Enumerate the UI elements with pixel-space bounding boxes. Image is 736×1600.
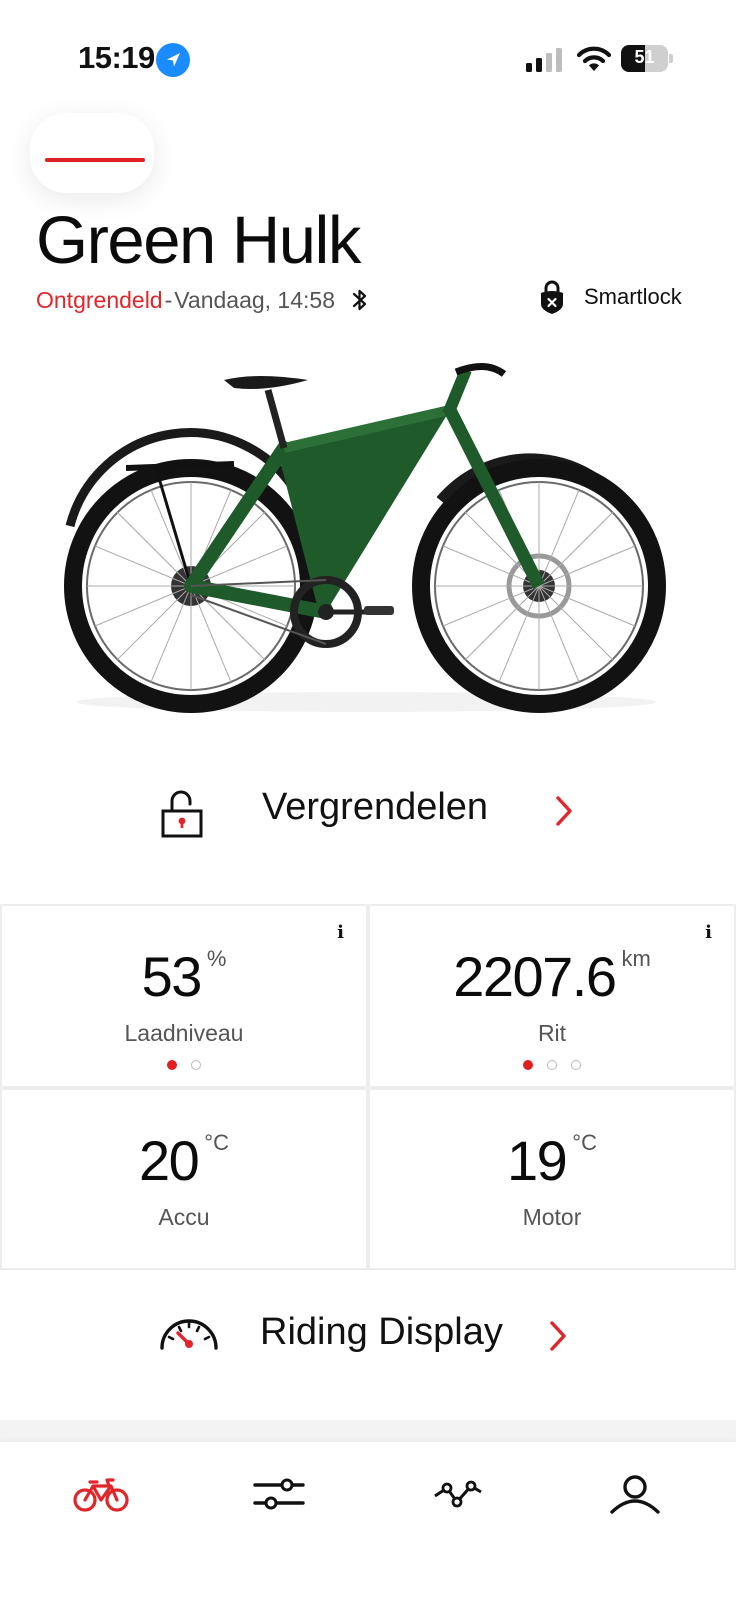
status-bar: 15:19 51	[0, 0, 736, 120]
speedometer-icon	[160, 1319, 218, 1350]
stat-tile-charge[interactable]: i 53% Laadniveau	[2, 906, 366, 1086]
page-indicator	[370, 1060, 734, 1070]
page-dot	[547, 1060, 557, 1070]
status-time: 15:19	[78, 40, 155, 75]
menu-button[interactable]	[30, 113, 154, 193]
stat-value: 20	[139, 1129, 200, 1192]
nav-tab-bike[interactable]	[56, 1466, 146, 1526]
sliders-icon	[253, 1478, 305, 1510]
info-icon[interactable]: i	[337, 922, 344, 943]
section-divider	[0, 1420, 736, 1442]
chevron-right-icon	[550, 1321, 566, 1351]
lock-action-label: Vergrendelen	[262, 786, 489, 828]
nav-tab-rides[interactable]	[412, 1466, 502, 1526]
riding-display-row[interactable]: Riding Display	[0, 1295, 736, 1375]
green-ebike-image	[64, 363, 666, 713]
page-dot	[191, 1060, 201, 1070]
page-dot	[571, 1060, 581, 1070]
stat-label: Accu	[158, 1204, 210, 1230]
battery-indicator: 51	[621, 45, 673, 72]
nav-tab-settings[interactable]	[234, 1466, 324, 1526]
route-icon	[434, 1480, 482, 1508]
lock-action-row[interactable]: Vergrendelen	[0, 770, 736, 850]
info-icon[interactable]: i	[705, 922, 712, 943]
location-arrow-icon	[156, 43, 190, 77]
smartlock-label: Smartlock	[584, 284, 682, 309]
bike-status-line: Ontgrendeld - Vandaag, 14:58	[36, 286, 369, 314]
nav-tab-profile[interactable]	[590, 1466, 680, 1526]
stat-label: Laadniveau	[124, 1020, 244, 1046]
stat-label: Rit	[537, 1020, 567, 1046]
status-separator: -	[164, 286, 173, 313]
bluetooth-icon	[352, 289, 367, 311]
wifi-icon	[577, 46, 611, 71]
smartlock-icon	[541, 280, 563, 314]
last-seen-text: Vandaag, 14:58	[174, 286, 335, 313]
page-indicator	[2, 1060, 366, 1070]
stat-tile-battery-temp: 20 °C Accu	[2, 1090, 366, 1268]
stat-tile-trip[interactable]: i 2207.6 km Rit	[370, 906, 734, 1086]
riding-display-label: Riding Display	[260, 1311, 503, 1353]
stats-grid: i 53% Laadniveau i 2207.6 km Rit 20 °C Acc…	[0, 904, 736, 1270]
bike-name-title: Green Hulk	[36, 203, 361, 278]
stat-value: 19	[507, 1129, 568, 1192]
stat-unit: °C	[572, 1130, 597, 1155]
stat-unit: %	[206, 946, 227, 971]
stat-value: 53	[141, 945, 203, 1008]
chevron-right-icon	[556, 796, 572, 826]
battery-percent: 51	[634, 47, 655, 67]
smartlock-button[interactable]: Smartlock	[538, 279, 682, 315]
stat-unit: °C	[204, 1130, 229, 1155]
stat-tile-motor-temp: 19 °C Motor	[370, 1090, 734, 1268]
bike-icon	[73, 1478, 129, 1512]
cellular-signal-icon	[526, 48, 562, 72]
page-dot	[523, 1060, 533, 1070]
stat-label: Motor	[522, 1204, 582, 1230]
menu-icon	[45, 158, 145, 162]
lock-state-text: Ontgrendeld	[36, 286, 163, 313]
stat-unit: km	[621, 946, 651, 971]
page-dot	[167, 1060, 177, 1070]
stat-value: 2207.6	[453, 945, 617, 1008]
profile-icon	[610, 1475, 660, 1514]
bottom-navigation	[0, 1442, 736, 1600]
padlock-open-icon	[161, 790, 203, 838]
